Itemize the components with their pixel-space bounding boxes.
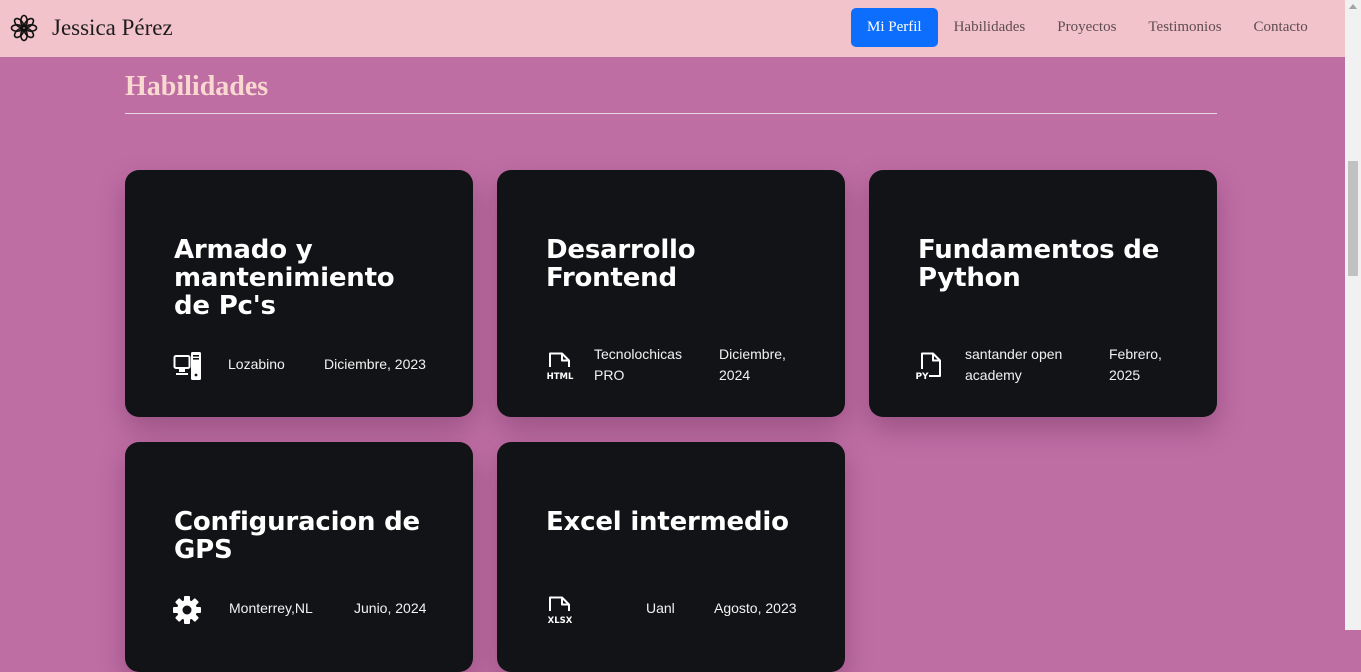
skill-title: Fundamentos de Python [918,235,1160,293]
skill-date: Diciembre, 2023 [324,356,426,372]
file-py-icon: PY [916,352,941,381]
scroll-up-arrow-icon[interactable] [1349,4,1357,9]
skill-title: Armado y mantenimiento de Pc's [174,235,395,321]
svg-text:HTML: HTML [547,372,574,381]
pc-display-icon [173,352,201,380]
skill-institution: Uanl [646,600,675,616]
brand[interactable]: Jessica Pérez [10,12,173,44]
svg-text:PY: PY [916,372,929,381]
skill-institution: Monterrey,NL [229,600,313,616]
file-html-icon: HTML [547,352,574,381]
skill-title: Excel intermedio [546,507,789,537]
scrollbar-thumb[interactable] [1348,161,1358,276]
nav-link-habilidades[interactable]: Habilidades [938,8,1042,47]
skill-card: Fundamentos de Python PY santander open … [869,170,1217,417]
section-title: Habilidades [125,71,269,102]
brand-name: Jessica Pérez [52,15,173,40]
nav-link-proyectos[interactable]: Proyectos [1041,8,1132,47]
nav-link-contacto[interactable]: Contacto [1238,8,1324,47]
skill-institution: Tecnolochicas PRO [594,346,682,383]
flower-icon [10,14,38,42]
skill-card: Configuracion de GPS Monterrey,NL Junio,… [125,442,473,672]
skill-date: Diciembre, 2024 [719,346,786,383]
file-xlsx-icon: XLSX [548,596,573,625]
skill-date: Junio, 2024 [354,600,427,616]
nav-links: Mi Perfil Habilidades Proyectos Testimon… [851,8,1324,47]
svg-text:XLSX: XLSX [548,616,573,625]
skill-date: Agosto, 2023 [714,600,797,616]
skill-institution: santander open academy [965,346,1063,383]
skill-card: Desarrollo Frontend HTML Tecnolochicas P… [497,170,845,417]
navbar: Jessica Pérez Mi Perfil Habilidades Proy… [0,0,1345,57]
skill-institution: Lozabino [228,356,285,372]
skill-title: Desarrollo Frontend [546,235,696,293]
skill-date: Febrero, 2025 [1109,346,1162,383]
nav-link-testimonios[interactable]: Testimonios [1132,8,1237,47]
skill-card: Excel intermedio XLSX Uanl Agosto, 2023 [497,442,845,672]
gear-icon [173,596,201,624]
section-divider [125,113,1217,114]
nav-link-mi-perfil[interactable]: Mi Perfil [851,8,938,47]
skill-title: Configuracion de GPS [174,507,420,565]
skill-card: Armado y mantenimiento de Pc's Lozabino … [125,170,473,417]
page-scrollbar[interactable] [1345,0,1361,630]
